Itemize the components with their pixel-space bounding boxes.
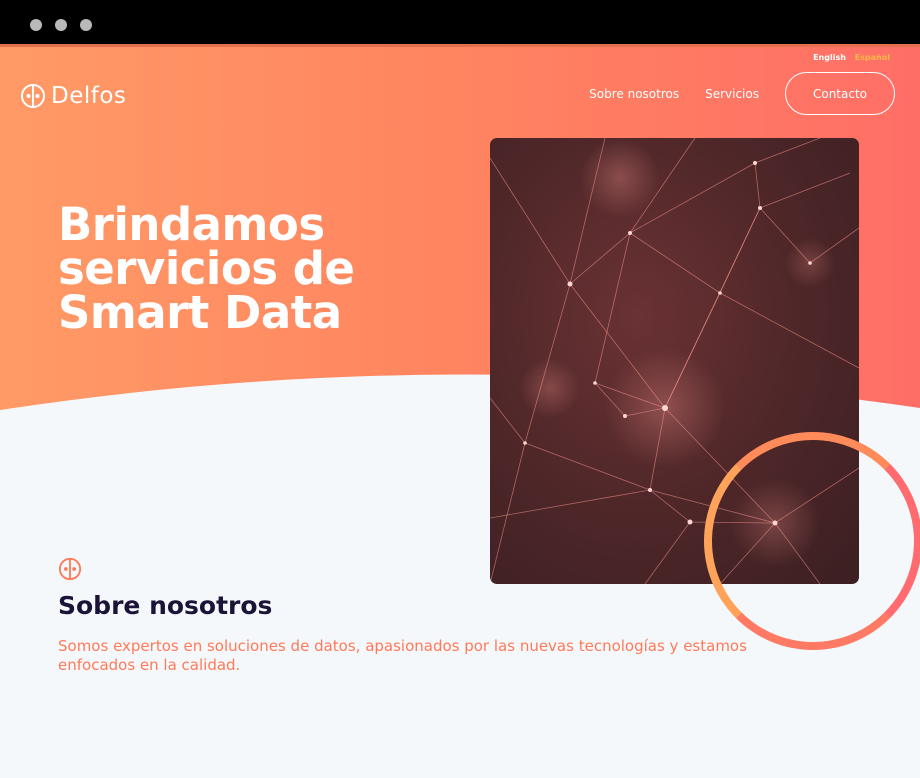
brand-name: Delfos <box>51 83 127 109</box>
delfos-logo-icon <box>58 557 82 581</box>
delfos-logo-icon <box>21 84 45 108</box>
hero-headline-line: Brindamos <box>58 198 325 251</box>
nav-link-servicios[interactable]: Servicios <box>705 87 759 101</box>
browser-window-bar <box>0 0 920 47</box>
language-english-link[interactable]: English <box>813 53 846 62</box>
about-section-text: Somos expertos en soluciones de datos, a… <box>58 637 747 674</box>
language-switcher: English Español <box>813 53 890 62</box>
about-section-title: Sobre nosotros <box>58 591 273 620</box>
window-maximize-button[interactable] <box>80 19 92 31</box>
language-spanish-link[interactable]: Español <box>855 53 890 62</box>
nav-link-sobre-nosotros[interactable]: Sobre nosotros <box>589 87 679 101</box>
window-minimize-button[interactable] <box>55 19 67 31</box>
hero-headline-line: servicios de <box>58 242 355 295</box>
hero-headline-line: Smart Data <box>58 286 342 339</box>
contact-button[interactable]: Contacto <box>785 72 895 115</box>
main-navigation: Sobre nosotros Servicios Contacto <box>589 72 895 115</box>
window-close-button[interactable] <box>30 19 42 31</box>
hero-headline: Brindamos servicios de Smart Data <box>58 198 438 339</box>
brand-logo[interactable]: Delfos <box>20 83 126 109</box>
decorative-ring <box>704 432 920 650</box>
